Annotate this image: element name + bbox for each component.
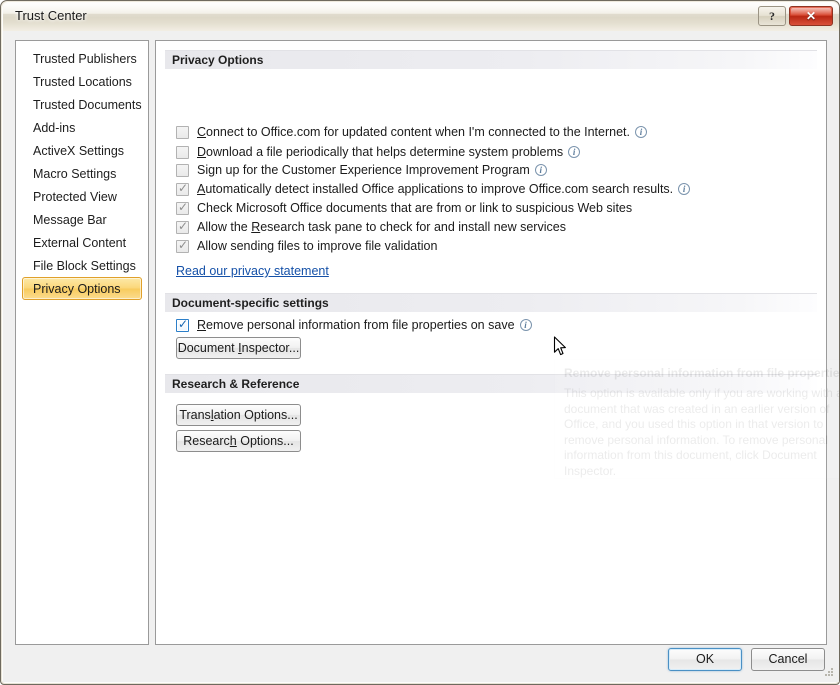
sidebar-item-protected-view[interactable]: Protected View <box>22 185 142 208</box>
sidebar-item-label: Macro Settings <box>33 167 117 181</box>
privacy-option-row[interactable]: ✓ Allow the Research task pane to check f… <box>176 218 566 236</box>
help-button[interactable]: ? <box>758 6 786 26</box>
sidebar-item-message-bar[interactable]: Message Bar <box>22 208 142 231</box>
checkbox-label: Check Microsoft Office documents that ar… <box>197 201 633 215</box>
section-title: Document-specific settings <box>172 296 329 310</box>
privacy-option-row[interactable]: ✓ Check Microsoft Office documents that a… <box>176 199 632 217</box>
trust-center-dialog: Trust Center ? ✕ Trusted Publishers Trust… <box>0 0 840 685</box>
sidebar-item-trusted-documents[interactable]: Trusted Documents <box>22 93 142 116</box>
sidebar-item-label: Privacy Options <box>33 282 121 296</box>
checkbox-checked[interactable]: ✓ <box>176 180 189 196</box>
checkbox-unchecked[interactable] <box>176 163 189 177</box>
sidebar-item-label: File Block Settings <box>33 259 136 273</box>
info-icon[interactable]: i <box>634 126 647 138</box>
checkbox-label: Download a file periodically that helps … <box>197 145 564 159</box>
sidebar-item-label: ActiveX Settings <box>33 144 125 158</box>
info-icon[interactable]: i <box>534 164 547 176</box>
privacy-statement-link[interactable]: Read our privacy statement <box>176 264 329 278</box>
sidebar-nav-list: Trusted Publishers Trusted Locations Trust… <box>16 41 148 300</box>
section-header-privacy-options: Privacy Options <box>165 50 817 69</box>
document-inspector-button[interactable]: Document Inspector... <box>176 337 301 359</box>
privacy-option-row[interactable]: Connect to Office.com for updated conten… <box>176 123 647 141</box>
checkmark-icon: ✓ <box>178 316 189 331</box>
sidebar-item-label: Message Bar <box>33 213 107 227</box>
section-header-document-specific: Document-specific settings <box>165 293 817 312</box>
checkmark-icon: ✓ <box>178 237 189 252</box>
info-icon[interactable]: i <box>678 183 691 195</box>
mouse-cursor <box>553 336 566 356</box>
sidebar-item-activex-settings[interactable]: ActiveX Settings <box>22 139 142 162</box>
checkbox-checked[interactable]: ✓ <box>176 237 189 253</box>
sidebar-item-trusted-publishers[interactable]: Trusted Publishers <box>22 47 142 70</box>
checkbox-unchecked[interactable] <box>176 125 189 139</box>
info-icon[interactable]: i <box>568 146 581 158</box>
sidebar-item-label: Trusted Locations <box>33 75 132 89</box>
section-title: Privacy Options <box>172 53 264 67</box>
checkbox-label: Allow the Research task pane to check fo… <box>197 220 566 234</box>
sidebar-item-label: Trusted Publishers <box>33 52 137 66</box>
resize-grip[interactable] <box>822 666 834 678</box>
info-icon[interactable]: i <box>519 319 532 331</box>
checkbox-label: Allow sending files to improve file vali… <box>197 239 438 253</box>
checkmark-icon: ✓ <box>178 199 189 214</box>
checkbox-label: Connect to Office.com for updated conten… <box>197 125 630 139</box>
sidebar-item-label: Add-ins <box>33 121 76 135</box>
checkbox-label: Remove personal information from file pr… <box>197 318 515 332</box>
close-button-gloss <box>791 8 831 16</box>
close-button[interactable]: ✕ <box>789 6 833 26</box>
translation-options-button[interactable]: Translation Options... <box>176 404 301 426</box>
sidebar-item-file-block-settings[interactable]: File Block Settings <box>22 254 142 277</box>
privacy-option-row[interactable]: Sign up for the Customer Experience Impr… <box>176 161 547 179</box>
section-title: Research & Reference <box>172 377 300 391</box>
sidebar-item-label: External Content <box>33 236 127 250</box>
checkbox-checked[interactable]: ✓ <box>176 316 189 332</box>
sidebar-item-trusted-locations[interactable]: Trusted Locations <box>22 70 142 93</box>
cancel-button[interactable]: Cancel <box>751 648 825 671</box>
settings-panel: Privacy Options Connect to Office.com fo… <box>155 40 839 645</box>
checkbox-label: Sign up for the Customer Experience Impr… <box>197 163 530 177</box>
sidebar-item-add-ins[interactable]: Add-ins <box>22 116 142 139</box>
sidebar-item-privacy-options[interactable]: Privacy Options <box>22 277 142 300</box>
research-options-button[interactable]: Research Options... <box>176 430 301 452</box>
sidebar-item-label: Protected View <box>33 190 117 204</box>
checkbox-checked[interactable]: ✓ <box>176 218 189 234</box>
ok-button[interactable]: OK <box>668 648 742 671</box>
checkbox-unchecked[interactable] <box>176 145 189 159</box>
checkbox-label: Automatically detect installed Office ap… <box>197 182 674 196</box>
checkbox-checked[interactable]: ✓ <box>176 199 189 215</box>
checkmark-icon: ✓ <box>178 180 189 195</box>
sidebar-item-macro-settings[interactable]: Macro Settings <box>22 162 142 185</box>
section-header-research-reference: Research & Reference <box>165 374 817 393</box>
checkmark-icon: ✓ <box>178 218 189 233</box>
sidebar-item-external-content[interactable]: External Content <box>22 231 142 254</box>
privacy-option-row[interactable]: ✓ Automatically detect installed Office a… <box>176 180 691 198</box>
remove-personal-info-row[interactable]: ✓ Remove personal information from file p… <box>176 316 532 334</box>
privacy-option-row[interactable]: Download a file periodically that helps … <box>176 143 581 161</box>
tooltip-body: This option is available only if you are… <box>564 386 840 478</box>
privacy-option-row[interactable]: ✓ Allow sending files to improve file val… <box>176 237 437 255</box>
sidebar-item-label: Trusted Documents <box>33 98 142 112</box>
dialog-body: Trusted Publishers Trusted Locations Trust… <box>3 31 839 682</box>
window-title: Trust Center <box>15 8 87 23</box>
title-bar-sheen <box>3 3 839 17</box>
sidebar: Trusted Publishers Trusted Locations Trust… <box>15 40 149 645</box>
title-bar[interactable]: Trust Center ? ✕ <box>3 3 839 31</box>
